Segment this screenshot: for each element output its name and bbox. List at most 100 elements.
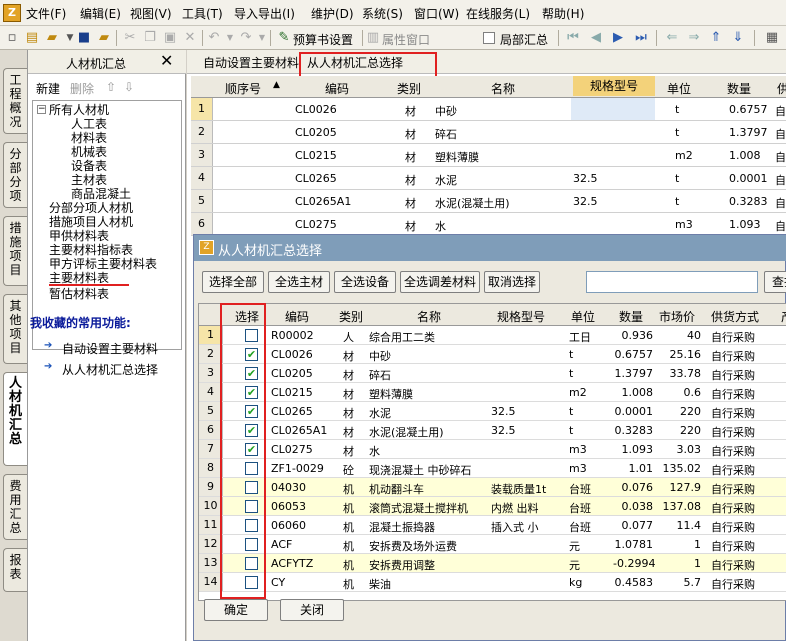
table-row[interactable]: 2 CL0205 材 碎石 t 1.3797 自 bbox=[191, 121, 786, 144]
tree-item-provisional[interactable]: 暂估材料表 bbox=[49, 287, 109, 301]
table-row[interactable]: 8 ZF1-0029 砼现浇混凝土 中砂碎石 m3 1.01 135.02 自行采购 bbox=[199, 459, 786, 478]
table-row[interactable]: 6 CL0275 材 水 m3 1.093 自 bbox=[191, 213, 786, 236]
col-spec[interactable]: 规格型号 bbox=[573, 76, 655, 96]
undo-icon[interactable]: ↶ bbox=[206, 30, 222, 46]
move-left-icon[interactable]: ⇐ bbox=[664, 30, 680, 46]
copy-icon[interactable]: ❐ bbox=[142, 30, 158, 46]
vtab-measures[interactable]: 措施项目 bbox=[3, 216, 27, 286]
table-row[interactable]: 13 ACFYTZ 机安拆费用调整元 -0.2994 1 自行采购 bbox=[199, 554, 786, 573]
table-row[interactable]: 1 R00002 人综合用工二类 工日 0.936 40 自行采购 bbox=[199, 326, 786, 345]
col-name[interactable]: 名称 bbox=[491, 80, 515, 97]
open-folder-icon[interactable]: ▰ bbox=[44, 30, 60, 46]
calculator-icon[interactable]: ▦ bbox=[764, 30, 780, 46]
tab-auto-set-main-material[interactable]: 自动设置主要材料 bbox=[203, 54, 299, 71]
property-window-icon[interactable]: ▥ bbox=[365, 30, 381, 46]
table-row[interactable]: 14 CY 机柴油 kg 0.4583 5.7 自行采购 bbox=[199, 573, 786, 592]
col-seq[interactable]: 顺序号 bbox=[225, 80, 261, 97]
col-qty[interactable]: 数量 bbox=[619, 308, 643, 325]
menu-maintain[interactable]: 维护(D) bbox=[311, 5, 354, 22]
close-button[interactable]: 关闭 bbox=[280, 599, 344, 621]
tree-item-divisional[interactable]: 分部分项人材机 bbox=[49, 201, 133, 215]
move-down-icon[interactable]: ⇩ bbox=[124, 80, 134, 94]
col-unit[interactable]: 单位 bbox=[667, 80, 691, 97]
select-adjust-material-button[interactable]: 全选调差材料 bbox=[400, 271, 480, 293]
new-button[interactable]: 新建 bbox=[36, 80, 60, 97]
menu-tools[interactable]: 工具(T) bbox=[182, 5, 223, 22]
table-row[interactable]: 9 04030 机机动翻斗车 装载质量1t 台班 0.076 127.9 自行采购 bbox=[199, 478, 786, 497]
tree-item-main-material-index[interactable]: 主要材料指标表 bbox=[49, 243, 133, 257]
paste-icon[interactable]: ▣ bbox=[162, 30, 178, 46]
vtab-reports[interactable]: 报表 bbox=[3, 548, 27, 592]
budget-settings-button[interactable]: 预算书设置 bbox=[293, 31, 353, 48]
select-all-button[interactable]: 选择全部 bbox=[202, 271, 264, 293]
sort-up-icon[interactable]: ▲ bbox=[273, 80, 280, 90]
table-row[interactable]: 4 ✔ CL0215 材塑料薄膜 m2 1.008 0.6 自行采购 bbox=[199, 383, 786, 402]
tree-item-machinery[interactable]: 机械表 bbox=[71, 145, 107, 159]
cancel-selection-button[interactable]: 取消选择 bbox=[484, 271, 540, 293]
move-right-icon[interactable]: ⇒ bbox=[686, 30, 702, 46]
redo-icon[interactable]: ↷ bbox=[238, 30, 254, 46]
table-row[interactable]: 11 06060 机混凝土振捣器 插入式 小台班 0.077 11.4 自行采购 bbox=[199, 516, 786, 535]
save-icon[interactable]: ■ bbox=[76, 30, 92, 46]
tree-item-commercial-concrete[interactable]: 商品混凝土 bbox=[71, 187, 131, 201]
menu-file[interactable]: 文件(F) bbox=[26, 5, 66, 22]
move-up-icon[interactable]: ⇑ bbox=[708, 30, 724, 46]
tree-item-owner-bid-materials[interactable]: 甲方评标主要材料表 bbox=[49, 257, 157, 271]
tree-item-material[interactable]: 材料表 bbox=[71, 131, 107, 145]
table-row[interactable]: 3 CL0215 材 塑料薄膜 m2 1.008 自 bbox=[191, 144, 786, 167]
table-row[interactable]: 6 ✔ CL0265A1 材水泥(混凝土用) 32.5 t 0.3283 220 自行采购 bbox=[199, 421, 786, 440]
delete-button[interactable]: 删除 bbox=[70, 80, 94, 97]
search-button[interactable]: 查找 bbox=[764, 271, 786, 293]
vtab-divisional-works[interactable]: 分部分项 bbox=[3, 142, 27, 208]
menu-window[interactable]: 窗口(W) bbox=[414, 5, 459, 22]
move-up-icon[interactable]: ⇧ bbox=[106, 80, 116, 94]
col-origin[interactable]: 产 bbox=[781, 308, 786, 325]
local-summary-checkbox[interactable] bbox=[483, 32, 495, 44]
col-market-price[interactable]: 市场价 bbox=[659, 308, 695, 325]
menu-view[interactable]: 视图(V) bbox=[130, 5, 172, 22]
col-spec[interactable]: 规格型号 bbox=[497, 308, 545, 325]
col-supply[interactable]: 供 bbox=[777, 80, 786, 97]
table-row[interactable]: 7 ✔ CL0275 材水 m3 1.093 3.03 自行采购 bbox=[199, 440, 786, 459]
last-record-icon[interactable]: ⏭ bbox=[633, 30, 649, 46]
menu-import-export[interactable]: 导入导出(I) bbox=[234, 5, 295, 22]
property-window-button[interactable]: 属性窗口 bbox=[382, 31, 430, 48]
table-row[interactable]: 12 ACF 机安拆费及场外运费元 1.0781 1 自行采购 bbox=[199, 535, 786, 554]
budget-settings-icon[interactable]: ✎ bbox=[276, 30, 292, 46]
close-icon[interactable]: ✕ bbox=[160, 51, 173, 70]
col-qty[interactable]: 数量 bbox=[727, 80, 751, 97]
menu-edit[interactable]: 编辑(E) bbox=[80, 5, 121, 22]
select-equipment-button[interactable]: 全选设备 bbox=[334, 271, 396, 293]
col-unit[interactable]: 单位 bbox=[571, 308, 595, 325]
move-down-icon[interactable]: ⇓ bbox=[730, 30, 746, 46]
table-row[interactable]: 1 CL0026 材 中砂 t 0.6757 自 bbox=[191, 98, 786, 121]
col-name[interactable]: 名称 bbox=[417, 308, 441, 325]
new-project-icon[interactable]: ▤ bbox=[24, 30, 40, 46]
tree-item-main-materials[interactable]: 主要材料表 bbox=[49, 271, 109, 285]
fav-select-from-summary[interactable]: ➔ 从人材机汇总选择 bbox=[44, 361, 184, 377]
tree-item-labor[interactable]: 人工表 bbox=[71, 117, 107, 131]
new-file-icon[interactable]: ▫ bbox=[4, 30, 20, 46]
tree-item-owner-supplied[interactable]: 甲供材料表 bbox=[49, 229, 109, 243]
table-row[interactable]: 3 ✔ CL0205 材碎石 t 1.3797 33.78 自行采购 bbox=[199, 364, 786, 383]
delete-icon[interactable]: ✕ bbox=[182, 30, 198, 46]
tree-root-all[interactable]: 所有人材机 bbox=[49, 103, 109, 117]
table-row[interactable]: 5 ✔ CL0265 材水泥 32.5 t 0.0001 220 自行采购 bbox=[199, 402, 786, 421]
table-row[interactable]: 2 ✔ CL0026 材中砂 t 0.6757 25.16 自行采购 bbox=[199, 345, 786, 364]
first-record-icon[interactable]: ⏮ bbox=[565, 30, 581, 46]
chevron-down-icon[interactable]: ▼ bbox=[222, 30, 238, 46]
tree-item-equipment[interactable]: 设备表 bbox=[71, 159, 107, 173]
next-record-icon[interactable]: ▶ bbox=[610, 30, 626, 46]
chevron-down-icon[interactable]: ▼ bbox=[254, 30, 270, 46]
prev-record-icon[interactable]: ◀ bbox=[588, 30, 604, 46]
folder-icon[interactable]: ▰ bbox=[96, 30, 112, 46]
tree-item-main-material[interactable]: 主材表 bbox=[71, 173, 107, 187]
tree-collapse-icon[interactable]: − bbox=[37, 105, 46, 114]
vtab-cost-summary[interactable]: 费用汇总 bbox=[3, 474, 27, 540]
select-main-material-button[interactable]: 全选主材 bbox=[268, 271, 330, 293]
tree-item-measures[interactable]: 措施项目人材机 bbox=[49, 215, 133, 229]
search-input[interactable] bbox=[586, 271, 758, 293]
col-type[interactable]: 类别 bbox=[339, 308, 363, 325]
vtab-other-items[interactable]: 其他项目 bbox=[3, 294, 27, 364]
col-code[interactable]: 编码 bbox=[325, 80, 349, 97]
